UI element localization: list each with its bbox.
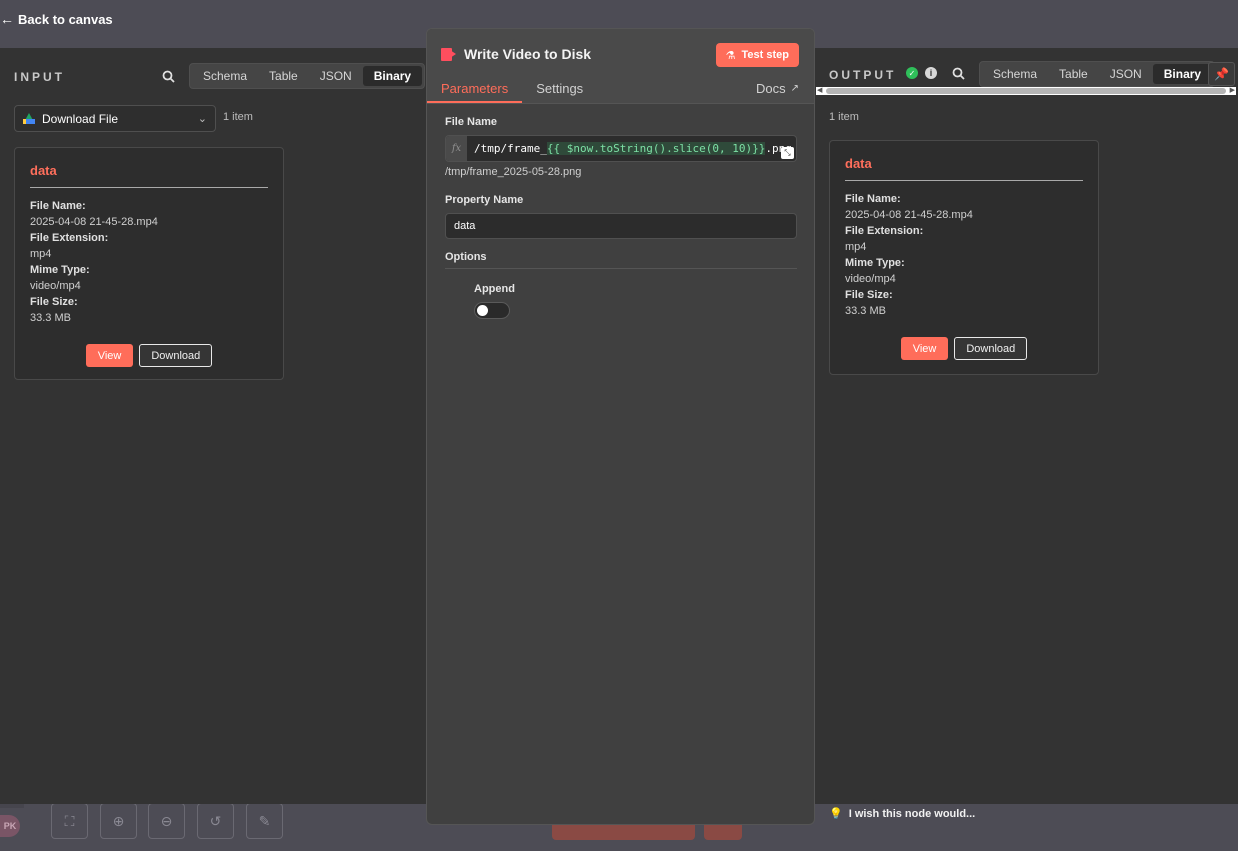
node-title: Write Video to Disk — [441, 46, 591, 62]
output-binary-title: data — [845, 156, 1083, 181]
options-label: Options — [445, 251, 487, 263]
node-parameters-panel: Write Video to Disk ⚗ Test step Paramete… — [426, 28, 815, 825]
node-tabs: Parameters Settings Docs ↗ — [427, 73, 814, 103]
output-size-value: 33.3 MB — [845, 305, 886, 317]
output-mode-binary[interactable]: Binary — [1152, 64, 1213, 84]
file-name-preview: /tmp/frame_2025-05-28.png — [445, 166, 582, 178]
lightbulb-icon: 💡 — [829, 808, 843, 820]
pin-icon: 📌 — [1214, 67, 1229, 81]
info-icon[interactable]: i — [925, 67, 937, 79]
input-file-ext-label: File Extension: — [30, 232, 109, 244]
input-size-value: 33.3 MB — [30, 312, 71, 324]
property-name-input[interactable]: data — [445, 213, 797, 239]
zoom-in-button[interactable]: ⊕ — [100, 803, 137, 839]
input-size-label: File Size: — [30, 296, 78, 308]
test-step-button[interactable]: ⚗ Test step — [715, 43, 799, 67]
zoom-out-button[interactable]: ⊖ — [148, 803, 185, 839]
output-file-ext-label: File Extension: — [845, 225, 924, 237]
output-file-ext-value: mp4 — [845, 241, 867, 253]
file-name-expression-code[interactable]: /tmp/frame_{{ $now.toString().slice(0, 1… — [467, 136, 792, 161]
reset-zoom-button[interactable]: ↺ — [197, 803, 234, 839]
pin-data-button[interactable]: 📌 — [1208, 62, 1235, 86]
expr-prefix: /tmp/frame_ — [474, 142, 547, 155]
fit-icon: ⛶ — [64, 812, 75, 829]
expr-highlight: {{ $now.toString().slice(0, 10)}} — [546, 142, 766, 155]
tab-settings[interactable]: Settings — [522, 73, 597, 103]
node-header: Write Video to Disk ⚗ Test step Paramete… — [427, 29, 814, 104]
video-file-icon — [441, 47, 456, 61]
output-file-name-value: 2025-04-08 21-45-28.mp4 — [845, 209, 973, 221]
output-horizontal-scrollbar[interactable]: ◀ ▶ — [816, 87, 1236, 95]
chevron-down-icon: ⌄ — [197, 113, 207, 125]
docs-link[interactable]: Docs ↗ — [756, 73, 814, 103]
append-label: Append — [474, 283, 515, 295]
output-search-icon[interactable] — [951, 66, 966, 81]
success-check-icon: ✓ — [906, 67, 918, 79]
input-view-button[interactable]: View — [85, 344, 134, 367]
input-mode-json[interactable]: JSON — [309, 66, 363, 86]
input-file-ext-value: mp4 — [30, 248, 52, 260]
feedback-label: I wish this node would... — [848, 807, 976, 820]
output-file-name-label: File Name: — [845, 193, 901, 205]
input-mime-label: Mime Type: — [30, 264, 90, 276]
test-step-label: Test step — [741, 49, 789, 61]
input-mode-binary[interactable]: Binary — [362, 66, 423, 86]
tidy-up-button[interactable]: ✎ — [246, 803, 283, 839]
input-binary-title: data — [30, 163, 268, 188]
flask-icon: ⚗ — [725, 49, 736, 62]
input-download-button[interactable]: Download — [139, 344, 213, 367]
input-file-name-label: File Name: — [30, 200, 86, 212]
feedback-link[interactable]: 💡 I wish this node would... — [829, 807, 976, 821]
input-search-icon[interactable] — [160, 68, 176, 84]
arrow-left-icon: ← — [0, 11, 14, 27]
zoom-out-icon: ⊖ — [160, 812, 173, 829]
input-node-select[interactable]: Download File ⌄ — [14, 105, 216, 132]
zoom-to-fit-button[interactable]: ⛶ — [51, 803, 88, 839]
output-mime-value: video/mp4 — [845, 273, 896, 285]
output-item-count: 1 item — [829, 111, 859, 123]
back-to-canvas-label: Back to canvas — [18, 11, 113, 27]
append-toggle[interactable] — [474, 302, 510, 319]
output-view-button[interactable]: View — [900, 337, 949, 360]
output-mode-table[interactable]: Table — [1048, 64, 1099, 84]
google-drive-icon — [23, 113, 35, 124]
input-item-count: 1 item — [223, 111, 253, 123]
input-binary-card: data File Name: 2025-04-08 21-45-28.mp4 … — [14, 147, 284, 380]
output-mode-schema[interactable]: Schema — [982, 64, 1048, 84]
zoom-in-icon: ⊕ — [112, 812, 125, 829]
tab-parameters[interactable]: Parameters — [427, 73, 523, 103]
fx-icon: fx — [446, 136, 467, 161]
property-name-label: Property Name — [445, 194, 524, 206]
output-mode-json[interactable]: JSON — [1099, 64, 1153, 84]
output-binary-card: data File Name: 2025-04-08 21-45-28.mp4 … — [829, 140, 1099, 375]
back-to-canvas-button[interactable]: ← Back to canvas — [0, 9, 113, 29]
scroll-right-icon[interactable]: ▶ — [1230, 87, 1235, 95]
external-link-icon: ↗ — [790, 82, 799, 94]
input-mode-table[interactable]: Table — [258, 66, 309, 86]
broom-icon: ✎ — [258, 812, 271, 829]
output-display-mode-switch: Schema Table JSON Binary — [979, 61, 1216, 87]
node-title-text[interactable]: Write Video to Disk — [464, 46, 591, 62]
input-mime-value: video/mp4 — [30, 280, 81, 292]
scroll-thumb[interactable] — [826, 88, 1226, 94]
output-mime-label: Mime Type: — [845, 257, 905, 269]
expand-editor-icon[interactable]: ⤡ — [781, 147, 794, 159]
output-title: OUTPUT — [829, 68, 897, 82]
scroll-left-icon[interactable]: ◀ — [817, 87, 822, 95]
docs-label: Docs — [755, 80, 786, 96]
undo-icon: ↺ — [209, 812, 222, 829]
output-size-label: File Size: — [845, 289, 893, 301]
input-display-mode-switch: Schema Table JSON Binary — [189, 63, 426, 89]
input-file-name-value: 2025-04-08 21-45-28.mp4 — [30, 216, 158, 228]
output-download-button[interactable]: Download — [954, 337, 1028, 360]
file-name-expression-input[interactable]: fx /tmp/frame_{{ $now.toString().slice(0… — [445, 135, 797, 162]
parameters-form: File Name fx /tmp/frame_{{ $now.toString… — [427, 104, 814, 331]
input-mode-schema[interactable]: Schema — [192, 66, 258, 86]
options-divider — [445, 268, 797, 269]
input-node-select-value: Download File — [42, 111, 119, 126]
file-name-label: File Name — [445, 116, 497, 128]
input-title: INPUT — [14, 70, 65, 84]
